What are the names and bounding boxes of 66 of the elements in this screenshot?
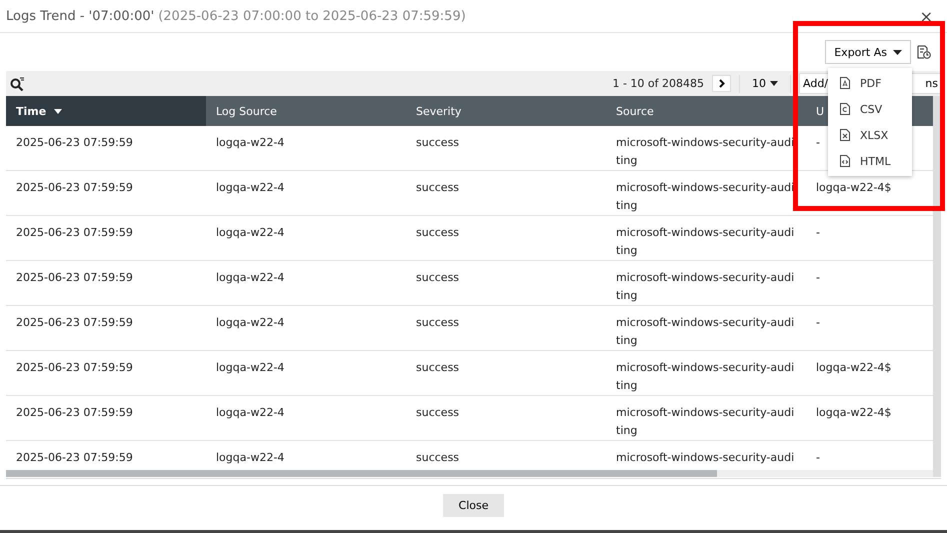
sort-caret-icon (54, 108, 62, 114)
table-cell-text: success (415, 315, 460, 331)
table-cell-text: 2025-06-23 07:59:59 (15, 450, 134, 466)
table-cell-text: microsoft-windows-security-auditing (615, 225, 796, 259)
table-cell-text: logqa-w22-4$ (815, 180, 892, 196)
table-cell-text: microsoft-windows-security-auditing (615, 405, 796, 439)
table-cell-text: 2025-06-23 07:59:59 (15, 180, 134, 196)
pdf-file-icon (840, 77, 850, 89)
table-cell-text: logqa-w22-4 (215, 360, 286, 376)
table-cell-text: - (815, 315, 820, 331)
table-cell-text: - (815, 225, 820, 241)
table-cell-text: 2025-06-23 07:59:59 (15, 225, 134, 241)
table-cell-text: success (415, 135, 460, 151)
table-cell-text: 2025-06-23 07:59:59 (15, 405, 134, 421)
export-menu-item[interactable]: HTML (828, 148, 912, 174)
table-cell-text: microsoft-windows-security-audi (615, 450, 796, 466)
csv-file-icon (840, 103, 850, 115)
table-cell-text: microsoft-windows-security-auditing (615, 315, 796, 349)
table-cell-text: success (415, 180, 460, 196)
table-cell-text: - (815, 135, 820, 151)
table-cell-text: success (415, 225, 460, 241)
column-header[interactable]: Log Source (206, 96, 406, 126)
caret-icon (893, 50, 902, 54)
table-cell-text: logqa-w22-4 (215, 450, 286, 466)
table-cell-text: logqa-w22-4$ (815, 360, 892, 376)
export-button[interactable]: Export As (825, 40, 911, 64)
close-icon[interactable]: × (920, 6, 933, 26)
table-cell-text: 2025-06-23 07:59:59 (15, 135, 134, 151)
page-size-select[interactable]: 10 (748, 77, 782, 90)
export-menu-item[interactable]: PDF (828, 70, 912, 96)
table-cell-text: success (415, 450, 460, 466)
table-cell-text: microsoft-windows-security-auditing (615, 180, 796, 214)
column-header[interactable]: Source (606, 96, 806, 126)
page-range-text: 1 - 10 of 208485 (612, 77, 704, 90)
table-cell-text: success (415, 360, 460, 376)
table-cell-text: 2025-06-23 07:59:59 (15, 315, 134, 331)
dialog-title: Logs Trend - '07:00:00' (6, 8, 154, 24)
table-cell-text: microsoft-windows-security-auditing (615, 360, 796, 394)
table-cell-text: logqa-w22-4$ (815, 405, 892, 421)
search-icon[interactable] (10, 76, 24, 90)
html-file-icon (840, 155, 850, 167)
close-button[interactable]: Close (442, 494, 504, 516)
table-cell-text: logqa-w22-4 (215, 135, 286, 151)
table-cell-text: 2025-06-23 07:59:59 (15, 360, 134, 376)
table-cell-text: logqa-w22-4 (215, 225, 286, 241)
document-clock-icon[interactable] (917, 45, 931, 59)
table-cell-text: microsoft-windows-security-auditing (615, 135, 796, 169)
table-cell-text: microsoft-windows-security-auditing (615, 270, 796, 304)
table-cell-text: logqa-w22-4 (215, 270, 286, 286)
table-cell-text: 2025-06-23 07:59:59 (15, 270, 134, 286)
table-cell-text: logqa-w22-4 (215, 315, 286, 331)
column-header[interactable]: Time (6, 96, 206, 126)
next-page-button[interactable] (712, 75, 731, 92)
xlsx-file-icon (840, 129, 850, 141)
table-cell-text: logqa-w22-4 (215, 180, 286, 196)
column-header[interactable]: Severity (406, 96, 606, 126)
export-menu-item[interactable]: XLSX (828, 122, 912, 148)
table-cell-text: success (415, 270, 460, 286)
date-range-text: (2025-06-23 07:00:00 to 2025-06-23 07:59:59) (158, 8, 466, 24)
table-cell-text: success (415, 405, 460, 421)
table-cell-text: - (815, 450, 820, 466)
chevron-right-icon (718, 79, 724, 88)
caret-icon (770, 81, 778, 86)
export-menu-item[interactable]: CSV (828, 96, 912, 122)
table-cell-text: logqa-w22-4 (215, 405, 286, 421)
table-cell-text: - (815, 270, 820, 286)
